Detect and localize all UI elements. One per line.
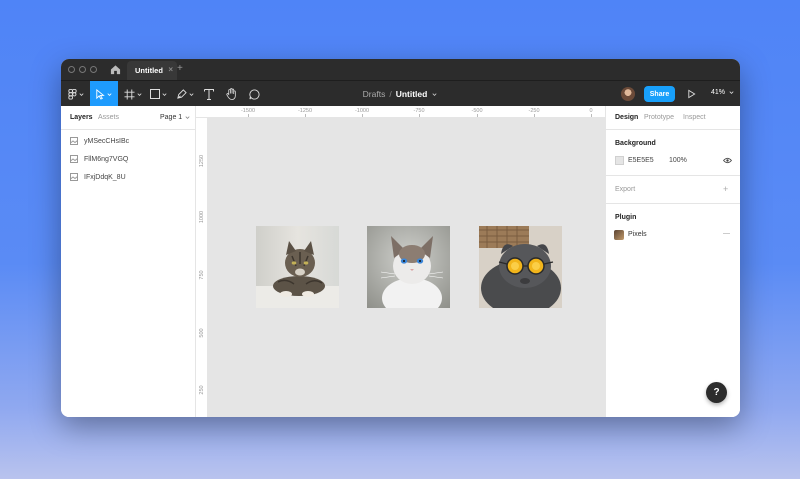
tab-prototype[interactable]: Prototype xyxy=(644,114,674,121)
shape-tool-button[interactable] xyxy=(148,81,170,107)
chevron-down-icon xyxy=(188,92,194,96)
minimize-window-button[interactable] xyxy=(79,66,86,73)
layer-item[interactable]: IFxjDdqK_8U xyxy=(61,168,195,186)
plugin-title: Plugin xyxy=(615,214,637,221)
chevron-down-icon xyxy=(185,116,190,119)
chevron-down-icon xyxy=(107,92,112,96)
plugin-name[interactable]: Pixels xyxy=(628,231,647,238)
title-bar: Untitled × + xyxy=(61,59,740,80)
maximize-window-button[interactable] xyxy=(90,66,97,73)
cat-image-white[interactable] xyxy=(367,226,450,308)
left-panel-tabs: Layers Assets Page 1 xyxy=(61,106,195,130)
cursor-arrow-icon xyxy=(96,88,105,100)
eye-icon[interactable] xyxy=(723,157,732,164)
cat-photo-sunglasses xyxy=(479,226,562,308)
ruler-label: 250 xyxy=(199,385,205,395)
tab-layers[interactable]: Layers xyxy=(70,114,93,121)
page-selector-label: Page 1 xyxy=(160,114,183,121)
ruler-label: 1000 xyxy=(199,210,205,224)
design-canvas[interactable] xyxy=(208,118,605,417)
figma-logo-icon xyxy=(67,88,77,100)
hand-icon xyxy=(225,88,236,100)
main-menu-button[interactable] xyxy=(65,81,87,107)
add-export-button[interactable]: + xyxy=(723,184,728,194)
ruler-tick xyxy=(248,114,249,117)
background-color-swatch[interactable] xyxy=(615,156,624,165)
pen-tool-button[interactable] xyxy=(174,81,196,107)
ruler-label: 500 xyxy=(199,328,205,338)
breadcrumb-drafts[interactable]: Drafts xyxy=(363,89,386,99)
plugin-more-button[interactable]: — xyxy=(723,230,730,237)
layer-label: FllM6ng7VGQ xyxy=(84,155,129,163)
help-button[interactable]: ? xyxy=(706,382,727,403)
move-tool-button[interactable] xyxy=(90,81,118,107)
tab-close-icon[interactable]: × xyxy=(168,65,173,74)
layer-item[interactable]: yMSecCHsIBc xyxy=(61,132,195,150)
background-hex[interactable]: E5E5E5 xyxy=(628,157,654,164)
present-play-icon[interactable] xyxy=(687,89,696,99)
image-layer-icon xyxy=(70,137,78,145)
close-window-button[interactable] xyxy=(68,66,75,73)
ruler-horizontal: -1500 -1250 -1000 -750 -500 -250 0 xyxy=(196,106,605,118)
pen-icon xyxy=(176,88,187,99)
layers-panel: Layers Assets Page 1 yMSecCHsIBc FllM6ng… xyxy=(61,106,196,417)
layer-item[interactable]: FllM6ng7VGQ xyxy=(61,150,195,168)
tab-label: Untitled xyxy=(135,66,163,75)
export-title: Export xyxy=(615,186,636,193)
toolbar: Drafts / Untitled Share 41% xyxy=(61,80,740,107)
avatar[interactable] xyxy=(621,87,635,101)
chevron-down-icon[interactable] xyxy=(431,91,438,98)
chevron-down-icon xyxy=(136,92,142,96)
comment-icon xyxy=(248,88,259,100)
layer-label: yMSecCHsIBc xyxy=(84,137,130,145)
home-icon[interactable] xyxy=(110,64,121,75)
pixels-plugin-icon xyxy=(614,230,624,240)
new-tab-button[interactable]: + xyxy=(177,63,183,74)
tab-untitled[interactable]: Untitled × xyxy=(127,61,177,80)
ruler-tick xyxy=(477,114,478,117)
zoom-menu[interactable]: 41% xyxy=(711,89,735,96)
export-section: Export + xyxy=(606,176,740,204)
ruler-tick xyxy=(362,114,363,117)
ruler-tick xyxy=(534,114,535,117)
ruler-tick xyxy=(305,114,306,117)
zoom-label: 41% xyxy=(711,89,726,96)
cat-photo-white xyxy=(367,226,450,308)
ruler-vertical: 1250 1000 750 500 250 xyxy=(196,118,208,417)
frame-tool-button[interactable] xyxy=(122,81,144,107)
plugin-section: Plugin Pixels — xyxy=(606,204,740,254)
ruler-label: 750 xyxy=(199,270,205,280)
figma-window: Untitled × + Drafts / Untitled Share 41%… xyxy=(61,59,740,417)
cat-photo-tabby xyxy=(256,226,339,308)
frame-icon xyxy=(123,88,135,100)
properties-panel: Design Prototype Inspect Background E5E5… xyxy=(605,106,740,417)
chevron-down-icon xyxy=(162,92,167,96)
chevron-down-icon xyxy=(78,92,84,96)
right-panel-tabs: Design Prototype Inspect xyxy=(606,106,740,130)
background-section: Background E5E5E5 100% xyxy=(606,130,740,176)
tab-inspect[interactable]: Inspect xyxy=(683,114,706,121)
image-layer-icon xyxy=(70,155,78,163)
share-button[interactable]: Share xyxy=(644,86,675,102)
layer-label: IFxjDdqK_8U xyxy=(84,173,126,181)
comment-tool-button[interactable] xyxy=(245,81,263,107)
ruler-label: 1250 xyxy=(199,154,205,168)
hand-tool-button[interactable] xyxy=(222,81,240,107)
rectangle-icon xyxy=(150,89,160,99)
ruler-tick xyxy=(591,114,592,117)
tab-design[interactable]: Design xyxy=(615,114,638,121)
breadcrumb-separator: / xyxy=(389,89,392,99)
image-layer-icon xyxy=(70,173,78,181)
ruler-tick xyxy=(419,114,420,117)
background-opacity[interactable]: 100% xyxy=(669,157,687,164)
background-title: Background xyxy=(615,140,656,147)
text-icon xyxy=(204,88,214,100)
text-tool-button[interactable] xyxy=(200,81,218,107)
file-name[interactable]: Untitled xyxy=(396,89,428,99)
page-selector[interactable]: Page 1 xyxy=(160,114,191,121)
tab-assets[interactable]: Assets xyxy=(98,114,119,121)
cat-image-sunglasses[interactable] xyxy=(479,226,562,308)
chevron-down-icon xyxy=(729,91,734,94)
cat-image-tabby[interactable] xyxy=(256,226,339,308)
